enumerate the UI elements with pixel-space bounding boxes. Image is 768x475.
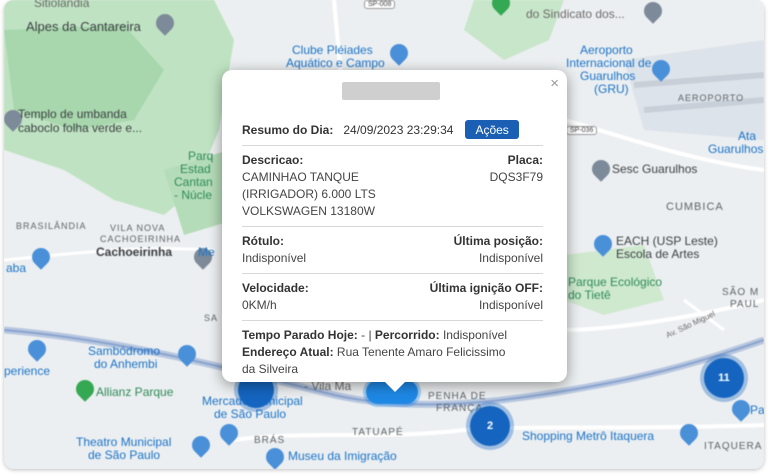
plate-value: DQS3F79 bbox=[489, 170, 543, 184]
rotulo-value: Indisponível bbox=[242, 251, 307, 265]
map-label: BRASILÂNDIA bbox=[16, 221, 87, 231]
map-label: de São Paulo bbox=[88, 448, 161, 462]
stopped-time-value: - | bbox=[361, 328, 375, 342]
map-label: Aquático e Campo bbox=[286, 56, 385, 70]
map-label: Museu da Imigração bbox=[288, 449, 397, 463]
daily-summary-label: Resumo do Dia: bbox=[242, 122, 334, 137]
stopped-time-label: Tempo Parado Hoje: bbox=[242, 328, 358, 342]
popup-pointer bbox=[385, 382, 405, 392]
map-label: Sesc Guarulhos bbox=[612, 162, 698, 176]
map-label: Shopping Metrô Itaquera bbox=[522, 429, 655, 443]
map-label: Allianz Parque bbox=[96, 385, 174, 399]
map-label: caboclo folha verde e... bbox=[18, 121, 143, 135]
map-label: do Sindicato dos... bbox=[526, 7, 625, 21]
address-row: Endereço Atual: Rua Tenente Amaro Felici… bbox=[242, 344, 543, 361]
actions-button[interactable]: Ações bbox=[465, 120, 519, 139]
label-position-row: Rótulo: Indisponível Última posição: Ind… bbox=[242, 233, 543, 267]
map-label: CUMBICA bbox=[666, 201, 724, 213]
map-label: do Tietê bbox=[568, 288, 611, 302]
divider bbox=[242, 226, 543, 227]
stopped-time-row: Tempo Parado Hoje: - | Percorrido: Indis… bbox=[242, 327, 543, 344]
description-plate-row: Descricao: CAMINHAO TANQUE (IRRIGADOR) 6… bbox=[242, 152, 543, 220]
map-label: Pa bbox=[750, 403, 764, 417]
map-label: (GRU) bbox=[594, 82, 629, 96]
address-value: Rua Tenente Amaro Felicissimo bbox=[336, 345, 506, 359]
speed-value: 0KM/h bbox=[242, 298, 277, 312]
map-frame: Sitiolandia Alpes da Cantareira SP-008 d… bbox=[4, 0, 764, 469]
road-badge: SP-008 bbox=[364, 0, 396, 9]
last-position-value: Indisponível bbox=[478, 251, 543, 265]
divider bbox=[242, 145, 543, 146]
last-ignition-value: Indisponível bbox=[478, 298, 543, 312]
map-label: Cachoeirinha bbox=[96, 245, 173, 259]
map-label: BRÁS bbox=[254, 435, 286, 446]
map-label: - Núcle bbox=[174, 188, 213, 202]
address-value-continued: da Silveira bbox=[242, 362, 299, 376]
map-label: de São Paulo bbox=[214, 407, 287, 421]
vehicle-cluster-marker[interactable]: 11 bbox=[704, 358, 744, 398]
map-label: Guarulhos bbox=[708, 142, 764, 156]
vehicle-info-popup: × Resumo do Dia: 24/09/2023 23:29:34 Açõ… bbox=[222, 70, 567, 392]
address-label: Endereço Atual: bbox=[242, 345, 334, 359]
map-label: aba bbox=[6, 261, 27, 275]
map-label: Sitiolandia bbox=[34, 0, 90, 10]
map-label: SA bbox=[204, 313, 219, 323]
rotulo-label: Rótulo: bbox=[242, 234, 284, 248]
speed-ignition-row: Velocidade: 0KM/h Última ignição OFF: In… bbox=[242, 280, 543, 314]
map-label: perience bbox=[4, 364, 51, 378]
divider bbox=[242, 320, 543, 321]
map-label: Templo de umbanda bbox=[18, 107, 127, 121]
daily-summary-date: 24/09/2023 23:29:34 bbox=[343, 122, 454, 137]
description-line: VOLKSWAGEN 13180W bbox=[242, 204, 375, 218]
map-label: do Anhembi bbox=[94, 357, 158, 371]
map-label: TATUAPÉ bbox=[352, 427, 404, 438]
divider bbox=[242, 273, 543, 274]
map-label: PAUL bbox=[730, 299, 760, 310]
map-label: Alpes da Cantareira bbox=[26, 19, 141, 34]
last-ignition-label: Última ignição OFF: bbox=[429, 281, 543, 295]
map-label: Me bbox=[198, 245, 215, 259]
popup-content: Resumo do Dia: 24/09/2023 23:29:34 Ações… bbox=[242, 120, 543, 378]
plate-label: Placa: bbox=[507, 153, 543, 167]
map-label: Escola de Artes bbox=[616, 247, 700, 261]
daily-summary-row: Resumo do Dia: 24/09/2023 23:29:34 Ações bbox=[242, 120, 543, 139]
road-badge: SP-036 bbox=[566, 126, 598, 135]
map-label: AEROPORTO bbox=[678, 93, 745, 103]
description-line: CAMINHAO TANQUE bbox=[242, 170, 359, 184]
description-label: Descricao: bbox=[242, 153, 304, 167]
vehicle-cluster-marker[interactable]: 2 bbox=[470, 406, 510, 446]
map-label: ITAQUERA bbox=[704, 441, 763, 452]
description-line: (IRRIGADOR) 6.000 LTS bbox=[242, 187, 376, 201]
last-position-label: Última posição: bbox=[453, 234, 543, 248]
popup-title-redacted bbox=[342, 82, 440, 100]
speed-label: Velocidade: bbox=[242, 281, 309, 295]
distance-value: Indisponível bbox=[442, 328, 507, 342]
close-icon[interactable]: × bbox=[550, 76, 559, 91]
distance-label: Percorrido: bbox=[374, 328, 440, 342]
